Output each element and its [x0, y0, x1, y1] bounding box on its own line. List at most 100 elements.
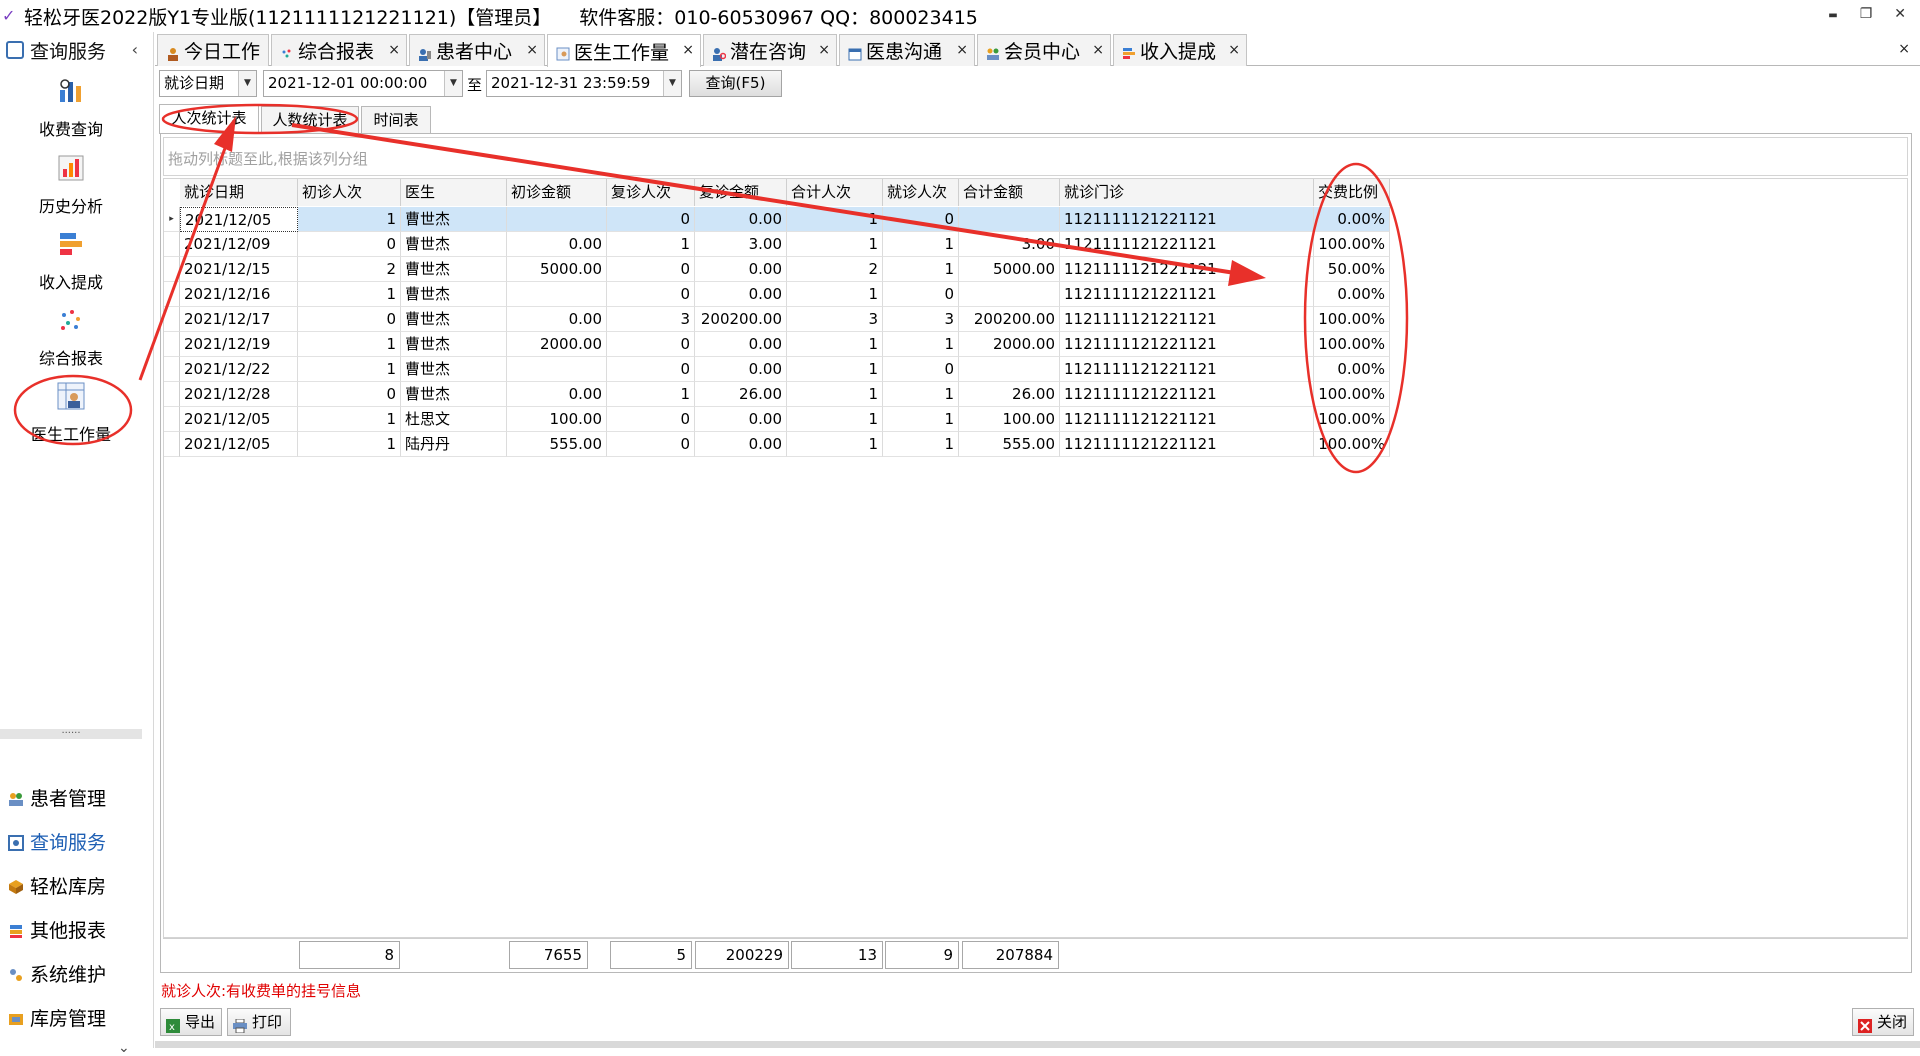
tab-potential-consult[interactable]: 潜在咨询 ×	[703, 34, 837, 66]
col-visit-date-cell[interactable]: 2021/12/05	[180, 207, 298, 232]
sidebar-item-fee-query[interactable]: 收费查询	[0, 76, 142, 140]
sidebar-splitter[interactable]: ......	[0, 726, 142, 739]
table-row[interactable]: ▸ 2021/12/05 1 曹世杰 0 0.00 1 0 1121111121221121 0.…	[164, 207, 1390, 232]
col-fee-ratio-cell[interactable]: 100.00%	[1314, 232, 1390, 257]
tab-doctor-patient-communication[interactable]: 医患沟通 ×	[839, 34, 975, 66]
col-visits-cell[interactable]: 1	[883, 382, 959, 407]
tab-member-center[interactable]: 会员中心 ×	[977, 34, 1111, 66]
col-visits-cell[interactable]: 1	[883, 232, 959, 257]
col-fee-ratio-cell[interactable]: 0.00%	[1314, 282, 1390, 307]
col-visit-date-header[interactable]: 就诊日期	[180, 179, 298, 206]
col-fee-ratio-cell[interactable]: 100.00%	[1314, 332, 1390, 357]
col-total-amount-cell[interactable]: 3.00	[959, 232, 1060, 257]
col-first-visits-cell[interactable]: 1	[298, 432, 401, 457]
tab-today-work[interactable]: 今日工作	[157, 34, 269, 66]
col-doctor-cell[interactable]: 曹世杰	[401, 332, 507, 357]
close-all-tabs-button[interactable]: ×	[1898, 41, 1910, 57]
col-fee-ratio-cell[interactable]: 100.00%	[1314, 407, 1390, 432]
col-return-visits-cell[interactable]: 0	[607, 432, 695, 457]
col-total-amount-header[interactable]: 合计金额	[959, 179, 1060, 206]
col-visit-date-cell[interactable]: 2021/12/05	[180, 407, 298, 432]
query-button[interactable]: 查询(F5)	[689, 70, 782, 97]
col-fee-ratio-header[interactable]: 交费比例	[1314, 179, 1390, 206]
minimize-button[interactable]: ▬	[1828, 10, 1837, 22]
col-total-visits-cell[interactable]: 1	[787, 432, 883, 457]
col-return-visits-cell[interactable]: 0	[607, 407, 695, 432]
col-visits-cell[interactable]: 0	[883, 357, 959, 382]
start-datetime-picker[interactable]: 2021-12-01 00:00:00 ▼	[263, 70, 463, 97]
col-visit-date-cell[interactable]: 2021/12/09	[180, 232, 298, 257]
col-return-amount-cell[interactable]: 200200.00	[695, 307, 787, 332]
module-system-maintenance[interactable]: 系统维护	[8, 960, 106, 987]
sidebar-item-comprehensive-report[interactable]: 综合报表	[0, 305, 142, 369]
col-visits-cell[interactable]: 0	[883, 282, 959, 307]
col-first-amount-cell[interactable]	[507, 207, 607, 232]
col-total-amount-cell[interactable]	[959, 207, 1060, 232]
col-doctor-cell[interactable]: 杜思文	[401, 407, 507, 432]
col-return-amount-cell[interactable]: 0.00	[695, 357, 787, 382]
table-row[interactable]: 2021/12/05 1 陆丹丹 555.00 0 0.00 1 1 555.00 1121111…	[164, 432, 1390, 457]
col-fee-ratio-cell[interactable]: 0.00%	[1314, 357, 1390, 382]
col-first-amount-cell[interactable]	[507, 282, 607, 307]
col-return-amount-cell[interactable]: 26.00	[695, 382, 787, 407]
col-first-amount-cell[interactable]	[507, 357, 607, 382]
col-return-visits-cell[interactable]: 0	[607, 282, 695, 307]
col-first-visits-cell[interactable]: 0	[298, 382, 401, 407]
col-return-visits-cell[interactable]: 1	[607, 382, 695, 407]
close-tab-icon[interactable]: ×	[526, 42, 538, 58]
close-tab-icon[interactable]: ×	[818, 42, 830, 58]
group-by-panel[interactable]: 拖动列标题至此,根据该列分组	[163, 137, 1908, 176]
table-row[interactable]: 2021/12/19 1 曹世杰 2000.00 0 0.00 1 1 2000.00 11211…	[164, 332, 1390, 357]
col-return-amount-cell[interactable]: 0.00	[695, 407, 787, 432]
table-row[interactable]: 2021/12/05 1 杜思文 100.00 0 0.00 1 1 100.00 1121111…	[164, 407, 1390, 432]
col-return-amount-header[interactable]: 复诊金额	[695, 179, 787, 206]
table-row[interactable]: 2021/12/22 1 曹世杰 0 0.00 1 0 1121111121221121 0.0…	[164, 357, 1390, 382]
col-visits-cell[interactable]: 3	[883, 307, 959, 332]
module-patient-management[interactable]: 患者管理	[8, 784, 106, 811]
col-visit-date-cell[interactable]: 2021/12/05	[180, 432, 298, 457]
col-first-amount-cell[interactable]: 5000.00	[507, 257, 607, 282]
col-visit-date-cell[interactable]: 2021/12/17	[180, 307, 298, 332]
col-total-visits-cell[interactable]: 1	[787, 382, 883, 407]
table-row[interactable]: 2021/12/16 1 曹世杰 0 0.00 1 0 1121111121221121 0.0…	[164, 282, 1390, 307]
close-tab-icon[interactable]: ×	[1092, 42, 1104, 58]
col-return-visits-cell[interactable]: 0	[607, 257, 695, 282]
col-visits-cell[interactable]: 1	[883, 407, 959, 432]
col-total-amount-cell[interactable]: 26.00	[959, 382, 1060, 407]
date-type-select[interactable]: 就诊日期 ▼	[159, 70, 257, 97]
end-datetime-picker[interactable]: 2021-12-31 23:59:59 ▼	[486, 70, 682, 97]
tab-time-table[interactable]: 时间表	[361, 106, 431, 134]
col-fee-ratio-cell[interactable]: 50.00%	[1314, 257, 1390, 282]
table-row[interactable]: 2021/12/15 2 曹世杰 5000.00 0 0.00 2 1 5000.00 11211…	[164, 257, 1390, 282]
col-first-amount-cell[interactable]: 0.00	[507, 232, 607, 257]
col-return-amount-cell[interactable]: 0.00	[695, 332, 787, 357]
col-return-visits-cell[interactable]: 0	[607, 332, 695, 357]
close-tab-icon[interactable]: ×	[682, 42, 694, 58]
col-doctor-cell[interactable]: 陆丹丹	[401, 432, 507, 457]
col-clinic-cell[interactable]: 1121111121221121	[1060, 332, 1314, 357]
col-first-visits-cell[interactable]: 0	[298, 307, 401, 332]
col-return-amount-cell[interactable]: 3.00	[695, 232, 787, 257]
col-return-visits-cell[interactable]: 1	[607, 232, 695, 257]
col-return-amount-cell[interactable]: 0.00	[695, 257, 787, 282]
table-row[interactable]: 2021/12/09 0 曹世杰 0.00 1 3.00 1 1 3.00 11211111212…	[164, 232, 1390, 257]
restore-button[interactable]: ❐	[1860, 6, 1873, 22]
col-first-amount-cell[interactable]: 0.00	[507, 307, 607, 332]
col-first-visits-cell[interactable]: 1	[298, 282, 401, 307]
col-doctor-cell[interactable]: 曹世杰	[401, 232, 507, 257]
close-tab-icon[interactable]: ×	[1228, 42, 1240, 58]
table-row[interactable]: 2021/12/17 0 曹世杰 0.00 3 200200.00 3 3 200200.00 1…	[164, 307, 1390, 332]
tab-doctor-workload[interactable]: 医生工作量 ×	[547, 34, 701, 67]
col-total-amount-cell[interactable]: 555.00	[959, 432, 1060, 457]
col-first-visits-cell[interactable]: 0	[298, 232, 401, 257]
tab-comprehensive-report[interactable]: 综合报表 ×	[271, 34, 407, 66]
chevron-down-icon[interactable]: ▼	[663, 71, 681, 96]
module-other-reports[interactable]: 其他报表	[8, 916, 106, 943]
close-tab-icon[interactable]: ×	[956, 42, 968, 58]
col-return-visits-cell[interactable]: 3	[607, 307, 695, 332]
col-clinic-header[interactable]: 就诊门诊	[1060, 179, 1314, 206]
collapse-sidebar-button[interactable]: ‹	[132, 40, 138, 59]
col-visit-date-cell[interactable]: 2021/12/19	[180, 332, 298, 357]
scroll-down-icon[interactable]: ⌄	[118, 1040, 130, 1056]
col-visits-cell[interactable]: 1	[883, 332, 959, 357]
